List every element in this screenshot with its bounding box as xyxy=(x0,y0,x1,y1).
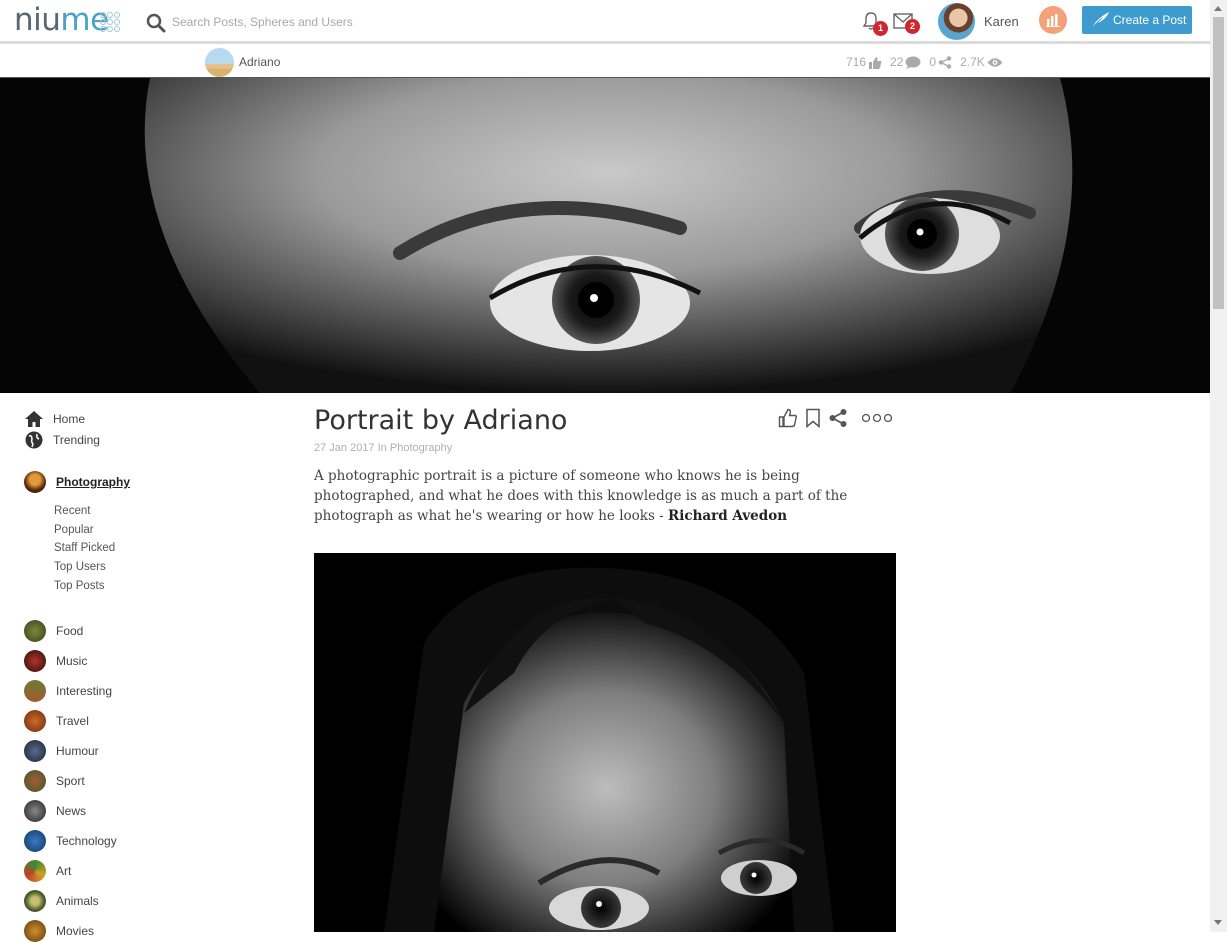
humour-thumbnail xyxy=(24,740,46,762)
sidebar-item-trending[interactable]: Trending xyxy=(24,430,100,450)
more-options-icon[interactable] xyxy=(862,413,892,423)
sidebar-category-interesting[interactable]: Interesting xyxy=(24,680,112,702)
sidebar-sub-top-posts[interactable]: Top Posts xyxy=(54,580,105,592)
globe-icon xyxy=(25,431,43,449)
active-category-label: Photography xyxy=(56,475,130,489)
post-date: 27 Jan 2017 xyxy=(314,442,375,454)
category-label: Technology xyxy=(56,834,117,848)
sidebar-category-music[interactable]: Music xyxy=(24,650,87,672)
views-count: 2.7K xyxy=(960,55,985,69)
notifications-badge: 1 xyxy=(873,21,888,36)
author-name[interactable]: Adriano xyxy=(239,55,280,69)
sidebar-category-animals[interactable]: Animals xyxy=(24,890,99,912)
category-label: Music xyxy=(56,654,88,668)
share-icon[interactable] xyxy=(938,55,952,69)
category-label: Food xyxy=(56,624,84,638)
post-category-link[interactable]: Photography xyxy=(390,442,452,454)
logo-dots-icon xyxy=(100,12,120,32)
sidebar-trending-label: Trending xyxy=(53,433,100,447)
sidebar-category-photography[interactable]: Photography xyxy=(24,471,130,493)
post-title: Portrait by Adriano xyxy=(314,405,568,436)
category-label: Travel xyxy=(56,714,89,728)
author-bar: Adriano 716 22 0 2.7K xyxy=(0,47,1210,78)
create-post-button[interactable]: Create a Post xyxy=(1082,6,1192,34)
sport-thumbnail xyxy=(24,770,46,792)
category-label: Animals xyxy=(56,894,99,908)
messages-badge: 2 xyxy=(905,19,920,34)
travel-thumbnail xyxy=(24,710,46,732)
feather-icon xyxy=(1091,12,1109,29)
sidebar-category-art[interactable]: Art xyxy=(24,860,71,882)
quote-author: Richard Avedon xyxy=(668,508,788,524)
sidebar-sub-recent[interactable]: Recent xyxy=(54,505,90,517)
sidebar-home-label: Home xyxy=(53,412,86,426)
user-avatar[interactable] xyxy=(938,3,975,40)
category-label: Sport xyxy=(56,774,85,788)
interesting-thumbnail xyxy=(24,680,46,702)
sidebar-category-movies[interactable]: Movies xyxy=(24,920,94,942)
like-icon[interactable] xyxy=(778,408,798,428)
sidebar-category-sport[interactable]: Sport xyxy=(24,770,85,792)
bookmark-icon[interactable] xyxy=(804,408,822,428)
sidebar-sub-top-users[interactable]: Top Users xyxy=(54,561,106,573)
search-icon[interactable] xyxy=(146,13,166,33)
bar-chart-icon xyxy=(1046,14,1060,27)
user-name[interactable]: Karen xyxy=(984,14,1019,29)
movies-thumbnail xyxy=(24,920,46,942)
category-label: Humour xyxy=(56,744,99,758)
shares-count: 0 xyxy=(929,55,937,69)
cover-portrait-illustration xyxy=(0,78,1210,393)
likes-count: 716 xyxy=(846,55,867,69)
left-sidebar: Home Trending Photography Recent Popular… xyxy=(0,393,300,942)
animals-thumbnail xyxy=(24,890,46,912)
share-icon[interactable] xyxy=(828,408,848,428)
post-stats: 716 22 0 2.7K xyxy=(846,55,1011,69)
photography-thumbnail xyxy=(24,471,46,493)
author-avatar[interactable] xyxy=(205,48,234,77)
music-thumbnail xyxy=(24,650,46,672)
category-label: Art xyxy=(56,864,72,878)
comment-icon[interactable] xyxy=(905,56,921,69)
home-icon xyxy=(25,411,43,427)
create-post-label: Create a Post xyxy=(1113,13,1187,27)
sidebar-sub-popular[interactable]: Popular xyxy=(54,524,94,536)
post-quote: A photographic portrait is a picture of … xyxy=(314,466,904,526)
post-actions xyxy=(778,408,898,428)
niume-logo[interactable]: niume xyxy=(14,2,109,38)
sidebar-category-news[interactable]: News xyxy=(24,800,86,822)
food-thumbnail xyxy=(24,620,46,642)
post-cover-image xyxy=(0,78,1210,393)
logo-text-main: niu xyxy=(14,2,61,38)
post-meta: 27 Jan 2017 In Photography xyxy=(314,442,452,454)
sidebar-category-humour[interactable]: Humour xyxy=(24,740,99,762)
portrait-photo-illustration xyxy=(314,553,896,932)
stats-button[interactable] xyxy=(1039,6,1067,34)
category-label: Movies xyxy=(56,924,95,938)
category-label: Interesting xyxy=(56,684,113,698)
top-navbar: niume Search Posts, Spheres and Users 1 … xyxy=(0,0,1210,44)
thumbs-up-icon[interactable] xyxy=(868,56,882,69)
sidebar-category-food[interactable]: Food xyxy=(24,620,83,642)
news-thumbnail xyxy=(24,800,46,822)
scroll-down-arrow-icon[interactable] xyxy=(1214,920,1222,925)
technology-thumbnail xyxy=(24,830,46,852)
post-photo xyxy=(314,553,896,932)
sidebar-sub-staff-picked[interactable]: Staff Picked xyxy=(54,542,115,554)
search-input[interactable]: Search Posts, Spheres and Users xyxy=(172,15,353,29)
eye-icon xyxy=(987,57,1003,67)
post-in-label: In xyxy=(377,442,387,454)
category-label: News xyxy=(56,804,87,818)
sidebar-category-travel[interactable]: Travel xyxy=(24,710,89,732)
sidebar-category-technology[interactable]: Technology xyxy=(24,830,117,852)
page-scrollbar[interactable] xyxy=(1210,0,1227,932)
comments-count: 22 xyxy=(890,55,904,69)
art-thumbnail xyxy=(24,860,46,882)
sidebar-item-home[interactable]: Home xyxy=(24,409,85,429)
scroll-up-arrow-icon[interactable] xyxy=(1214,6,1222,11)
scroll-thumb[interactable] xyxy=(1213,17,1224,309)
